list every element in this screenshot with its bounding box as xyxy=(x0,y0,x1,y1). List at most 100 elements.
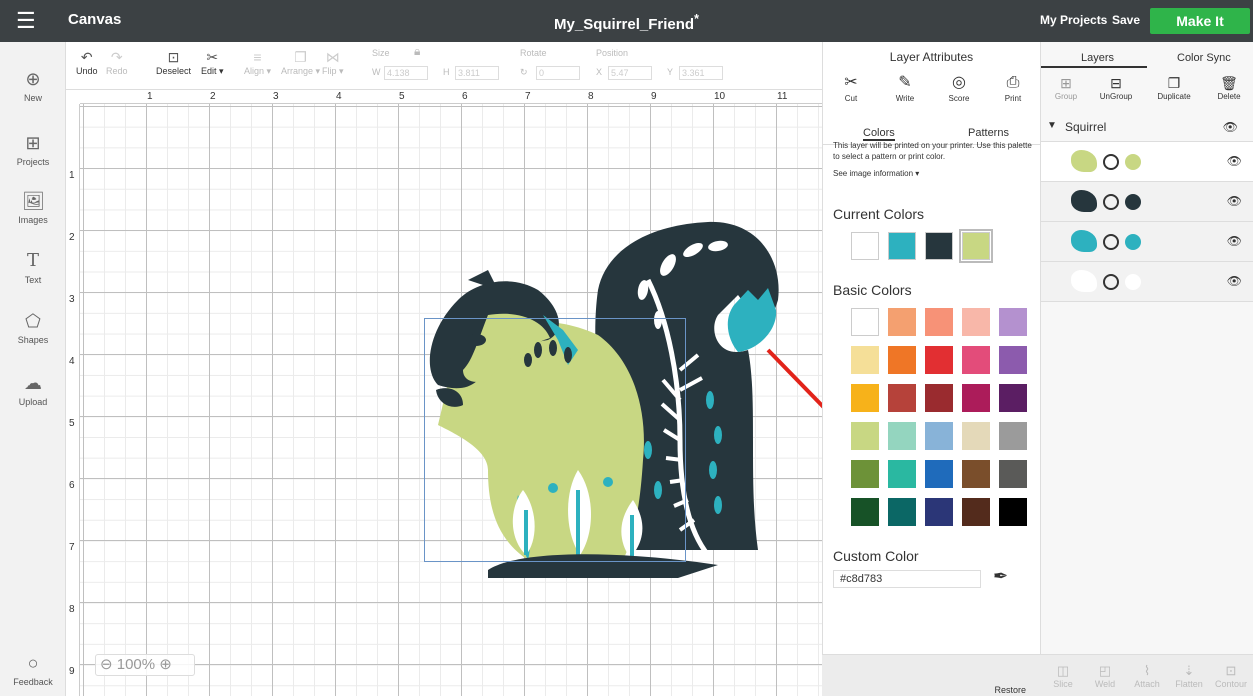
sidebar-item-upload[interactable]: ☁ Upload xyxy=(0,372,66,407)
basic-color-swatch[interactable] xyxy=(888,498,916,526)
x-field[interactable]: 5.47 xyxy=(608,66,652,80)
basic-color-swatch[interactable] xyxy=(925,384,953,412)
basic-color-swatch[interactable] xyxy=(999,346,1027,374)
sidebar-item-text[interactable]: T Text xyxy=(0,250,66,285)
layer-row[interactable]: 👁︎ xyxy=(1041,142,1253,182)
duplicate-button[interactable]: ❐ Duplicate xyxy=(1149,74,1199,101)
collapse-triangle-icon[interactable]: ▼ xyxy=(1047,120,1057,131)
basic-color-swatch[interactable] xyxy=(888,422,916,450)
basic-color-swatch[interactable] xyxy=(999,422,1027,450)
basic-color-swatch[interactable] xyxy=(999,460,1027,488)
basic-color-swatch[interactable] xyxy=(888,384,916,412)
flatten-button[interactable]: ⇣ Flatten xyxy=(1170,663,1208,689)
restore-button[interactable]: Restore xyxy=(994,685,1026,695)
weld-button[interactable]: ◰ Weld xyxy=(1086,663,1124,689)
basic-color-swatch[interactable] xyxy=(851,460,879,488)
basic-color-swatch[interactable] xyxy=(888,308,916,336)
current-color-swatch[interactable] xyxy=(925,232,953,260)
score-option[interactable]: ◎ Score xyxy=(939,72,979,103)
basic-color-swatch[interactable] xyxy=(962,422,990,450)
layer-group-squirrel[interactable]: ▼ Squirrel 👁︎ xyxy=(1041,112,1253,142)
basic-color-swatch[interactable] xyxy=(962,346,990,374)
basic-color-swatch[interactable] xyxy=(999,498,1027,526)
layer-color-dot[interactable] xyxy=(1125,194,1141,210)
basic-color-swatch[interactable] xyxy=(851,346,879,374)
eye-icon[interactable]: 👁︎ xyxy=(1223,120,1238,134)
undo-button[interactable]: ↶ Undo xyxy=(76,48,98,76)
print-option[interactable]: ⎙ Print xyxy=(993,72,1033,103)
contour-button[interactable]: ⊡ Contour xyxy=(1212,663,1250,689)
basic-color-swatch[interactable] xyxy=(851,384,879,412)
tab-colors[interactable]: Colors xyxy=(863,127,895,141)
paperclip-icon: ⌇ xyxy=(1143,663,1151,678)
zoom-out-icon[interactable]: ⊖ xyxy=(100,656,113,673)
basic-color-swatch[interactable] xyxy=(925,460,953,488)
basic-color-swatch[interactable] xyxy=(925,346,953,374)
layer-row[interactable]: 👁︎ xyxy=(1041,182,1253,222)
sidebar-item-shapes[interactable]: ⬠ Shapes xyxy=(0,310,66,345)
edit-menu[interactable]: ✂ Edit ▾ xyxy=(201,48,224,77)
layer-row[interactable]: 👁︎ xyxy=(1041,262,1253,302)
layer-color-dot[interactable] xyxy=(1125,274,1141,290)
image-info-link[interactable]: See image information ▾ xyxy=(833,169,919,178)
basic-color-swatch[interactable] xyxy=(851,422,879,450)
basic-color-swatch[interactable] xyxy=(962,498,990,526)
custom-color-field[interactable]: #c8d783 xyxy=(833,570,981,588)
delete-button[interactable]: 🗑︎ Delete xyxy=(1204,74,1253,101)
basic-color-swatch[interactable] xyxy=(999,308,1027,336)
eye-icon[interactable]: 👁︎ xyxy=(1227,234,1242,248)
current-color-swatch[interactable] xyxy=(851,232,879,260)
basic-color-swatch[interactable] xyxy=(962,460,990,488)
make-it-button[interactable]: Make It xyxy=(1150,8,1250,34)
eye-icon[interactable]: 👁︎ xyxy=(1227,194,1242,208)
flip-menu[interactable]: ⋈ Flip ▾ xyxy=(322,48,344,77)
basic-color-swatch[interactable] xyxy=(999,384,1027,412)
current-color-swatch[interactable] xyxy=(959,229,993,263)
basic-color-swatch[interactable] xyxy=(888,460,916,488)
tab-patterns[interactable]: Patterns xyxy=(968,127,1009,139)
sidebar-item-projects[interactable]: ⊞ Projects xyxy=(0,132,66,167)
y-field[interactable]: 3.361 xyxy=(679,66,723,80)
basic-color-swatch[interactable] xyxy=(851,308,879,336)
basic-color-swatch[interactable] xyxy=(925,498,953,526)
ungroup-button[interactable]: ⊟ UnGroup xyxy=(1091,74,1141,101)
arrange-menu[interactable]: ❐ Arrange ▾ xyxy=(281,48,320,77)
eyedropper-icon[interactable]: ✒ xyxy=(993,566,1008,587)
rotate-field[interactable]: 0 xyxy=(536,66,580,80)
tab-color-sync[interactable]: Color Sync xyxy=(1177,52,1231,64)
sidebar-item-feedback[interactable]: ○ Feedback xyxy=(0,652,66,687)
slice-button[interactable]: ◫ Slice xyxy=(1044,663,1082,689)
lock-icon[interactable]: 🔒︎ xyxy=(414,44,420,59)
layer-color-dot[interactable] xyxy=(1125,154,1141,170)
write-option[interactable]: ✎ Write xyxy=(885,72,925,103)
zoom-control[interactable]: ⊖ 100% ⊕ xyxy=(95,654,195,676)
eye-icon[interactable]: 👁︎ xyxy=(1227,154,1242,168)
width-field[interactable]: 4.138 xyxy=(384,66,428,80)
zoom-in-icon[interactable]: ⊕ xyxy=(159,656,172,673)
tab-layers[interactable]: Layers xyxy=(1081,52,1114,64)
basic-color-swatch[interactable] xyxy=(888,346,916,374)
basic-color-swatch[interactable] xyxy=(925,308,953,336)
current-color-swatch[interactable] xyxy=(888,232,916,260)
basic-color-swatch[interactable] xyxy=(925,422,953,450)
my-projects-link[interactable]: My Projects xyxy=(1040,13,1107,27)
attach-button[interactable]: ⌇ Attach xyxy=(1128,663,1166,689)
group-button[interactable]: ⊞ Group xyxy=(1041,74,1091,101)
project-name[interactable]: My_Squirrel_Friend xyxy=(554,16,694,33)
deselect-button[interactable]: ⊡ Deselect xyxy=(156,48,191,76)
sidebar-item-new[interactable]: ⊕ New xyxy=(0,68,66,103)
layer-row[interactable]: 👁︎ xyxy=(1041,222,1253,262)
layer-color-dot[interactable] xyxy=(1125,234,1141,250)
eye-icon[interactable]: 👁︎ xyxy=(1227,274,1242,288)
basic-color-swatch[interactable] xyxy=(962,308,990,336)
save-button[interactable]: Save xyxy=(1112,13,1140,27)
height-field[interactable]: 3.811 xyxy=(455,66,499,80)
sidebar-item-images[interactable]: 🖼 Images xyxy=(0,190,66,225)
basic-color-swatch[interactable] xyxy=(962,384,990,412)
basic-color-swatch[interactable] xyxy=(851,498,879,526)
align-menu[interactable]: ≡ Align ▾ xyxy=(244,48,271,77)
hamburger-menu-icon[interactable]: ☰ xyxy=(16,10,40,32)
selection-box[interactable] xyxy=(424,318,686,562)
redo-button[interactable]: ↷ Redo xyxy=(106,48,128,76)
cut-option[interactable]: ✂ Cut xyxy=(831,72,871,103)
